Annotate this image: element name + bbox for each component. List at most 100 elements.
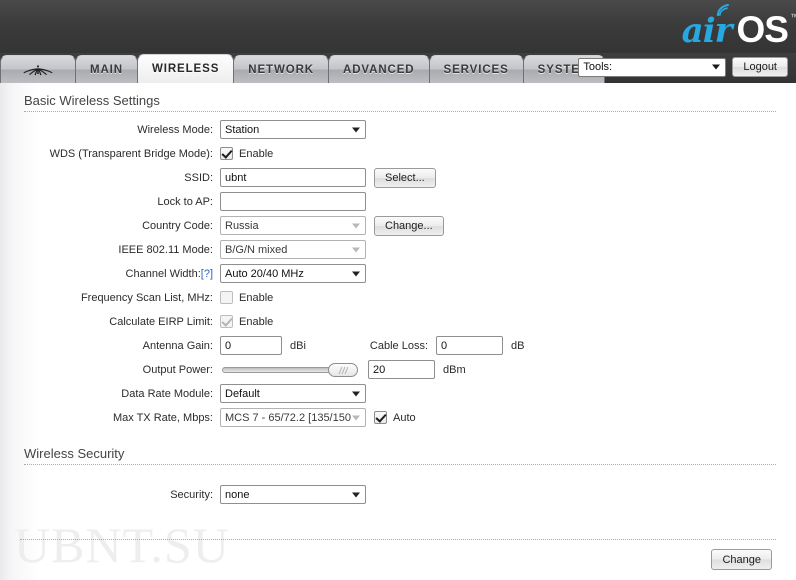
antenna-gain-input[interactable] xyxy=(220,336,282,355)
ieee-mode-select[interactable]: B/G/N mixed xyxy=(220,240,366,259)
field-wds: Enable xyxy=(220,147,273,160)
tab-wireless[interactable]: WIRELESS xyxy=(137,54,235,83)
max-tx-rate-auto-label: Auto xyxy=(393,411,416,424)
tools-dropdown-value: Tools: xyxy=(583,61,613,73)
field-wireless-mode: Station xyxy=(220,120,366,139)
wireless-mode-select[interactable]: Station xyxy=(220,120,366,139)
wds-checkbox-label: Enable xyxy=(239,147,274,160)
basic-wireless-form: Wireless Mode: Station WDS (Transparent … xyxy=(20,118,776,429)
row-lock-to-ap: Lock to AP: xyxy=(20,190,776,213)
row-wds: WDS (Transparent Bridge Mode): Enable xyxy=(20,142,776,165)
label-wireless-mode: Wireless Mode: xyxy=(137,123,213,136)
security-select[interactable]: none xyxy=(220,485,366,504)
ssid-select-button[interactable]: Select... xyxy=(374,167,436,188)
field-freq-scan-list: Enable xyxy=(220,291,273,304)
channel-width-help-link[interactable]: [?] xyxy=(201,268,213,280)
logo-air-label: air xyxy=(681,11,733,51)
cable-loss-unit: dB xyxy=(511,339,525,352)
field-calc-eirp: Enable xyxy=(220,315,273,328)
app-header: air OS ™ xyxy=(0,0,796,53)
max-tx-rate-auto-checkbox[interactable]: Auto xyxy=(374,411,416,424)
chevron-down-icon xyxy=(352,271,360,276)
checkbox-icon xyxy=(220,291,233,304)
toolbar-actions: Tools: Logout xyxy=(578,57,788,77)
page-footer: Change xyxy=(20,539,776,570)
logo-os-text: OS ™ xyxy=(736,9,796,50)
channel-width-select[interactable]: Auto 20/40 MHz xyxy=(220,264,366,283)
airos-logo: air OS ™ xyxy=(681,4,796,51)
country-code-change-button[interactable]: Change... xyxy=(374,215,444,236)
row-freq-scan-list: Frequency Scan List, MHz: Enable xyxy=(20,286,776,309)
output-power-slider[interactable] xyxy=(220,360,360,379)
slider-handle[interactable] xyxy=(328,363,358,377)
row-antenna-gain: Antenna Gain: dBi Cable Loss: dB xyxy=(20,334,776,357)
output-power-input[interactable] xyxy=(368,360,435,379)
tab-home-logo[interactable] xyxy=(0,55,76,83)
chevron-down-icon xyxy=(712,64,721,70)
field-data-rate-module: Default xyxy=(220,384,366,403)
tab-main[interactable]: MAIN xyxy=(75,55,138,83)
field-security: none xyxy=(220,485,366,504)
label-freq-scan-list: Frequency Scan List, MHz: xyxy=(80,291,213,304)
max-tx-rate-value: MCS 7 - 65/72.2 [135/150 xyxy=(225,411,351,424)
data-rate-module-value: Default xyxy=(225,387,260,400)
data-rate-module-select[interactable]: Default xyxy=(220,384,366,403)
field-ssid: Select... xyxy=(220,167,436,188)
row-wireless-mode: Wireless Mode: Station xyxy=(20,118,776,141)
footer-divider xyxy=(20,539,776,540)
label-cable-loss: Cable Loss: xyxy=(369,339,428,352)
chevron-down-icon xyxy=(352,223,360,228)
change-button[interactable]: Change xyxy=(711,549,772,570)
tab-network[interactable]: NETWORK xyxy=(233,55,329,83)
tools-dropdown[interactable]: Tools: xyxy=(578,57,727,77)
row-security: Security: none xyxy=(20,483,776,506)
label-country-code: Country Code: xyxy=(142,219,213,232)
logo-os-label: OS xyxy=(736,9,789,50)
tab-bar: MAIN WIRELESS NETWORK ADVANCED SERVICES … xyxy=(0,53,796,83)
checkbox-icon xyxy=(374,411,387,424)
antenna-gain-unit: dBi xyxy=(290,339,306,352)
label-output-power: Output Power: xyxy=(142,363,213,376)
section-title-basic: Basic Wireless Settings xyxy=(24,93,160,108)
page-body: UBNT.SU Basic Wireless Settings Wireless… xyxy=(0,83,796,580)
wifi-signal-icon xyxy=(716,4,729,16)
country-code-select[interactable]: Russia xyxy=(220,216,366,235)
field-ieee-mode: B/G/N mixed xyxy=(220,240,366,259)
cable-loss-input[interactable] xyxy=(436,336,503,355)
row-country-code: Country Code: Russia Change... xyxy=(20,214,776,237)
checkbox-icon xyxy=(220,147,233,160)
lock-to-ap-input[interactable] xyxy=(220,192,366,211)
tab-services[interactable]: SERVICES xyxy=(428,55,524,83)
max-tx-rate-select[interactable]: MCS 7 - 65/72.2 [135/150 xyxy=(220,408,366,427)
row-calc-eirp: Calculate EIRP Limit: Enable xyxy=(20,310,776,333)
output-power-unit: dBm xyxy=(443,363,466,376)
freq-scan-list-checkbox[interactable]: Enable xyxy=(220,291,273,304)
ssid-input[interactable] xyxy=(220,168,366,187)
tab-advanced[interactable]: ADVANCED xyxy=(327,55,430,83)
label-max-tx-rate: Max TX Rate, Mbps: xyxy=(112,411,213,424)
ubiquiti-logo-icon xyxy=(23,64,53,75)
field-output-power: dBm xyxy=(220,360,466,379)
security-value: none xyxy=(225,488,250,501)
chevron-down-icon xyxy=(352,247,360,252)
row-data-rate-module: Data Rate Module: Default xyxy=(20,382,776,405)
ieee-mode-value: B/G/N mixed xyxy=(225,243,288,256)
settings-content: Basic Wireless Settings Wireless Mode: S… xyxy=(0,83,796,506)
trademark-symbol: ™ xyxy=(790,12,796,22)
wds-checkbox[interactable]: Enable xyxy=(220,147,273,160)
chevron-down-icon xyxy=(352,492,360,497)
section-divider-basic xyxy=(24,111,776,112)
label-wds: WDS (Transparent Bridge Mode): xyxy=(49,147,213,160)
freq-scan-list-checkbox-label: Enable xyxy=(239,291,274,304)
label-lock-to-ap: Lock to AP: xyxy=(157,195,213,208)
channel-width-label-text: Channel Width: xyxy=(125,267,201,280)
channel-width-value: Auto 20/40 MHz xyxy=(225,267,304,280)
calc-eirp-checkbox[interactable]: Enable xyxy=(220,315,273,328)
country-code-value: Russia xyxy=(225,219,259,232)
tab-list: MAIN WIRELESS NETWORK ADVANCED SERVICES … xyxy=(0,53,606,83)
row-output-power: Output Power: dBm xyxy=(20,358,776,381)
footer-actions: Change xyxy=(20,549,776,570)
label-calc-eirp: Calculate EIRP Limit: xyxy=(109,315,213,328)
logout-button[interactable]: Logout xyxy=(732,57,788,77)
checkbox-icon xyxy=(220,315,233,328)
